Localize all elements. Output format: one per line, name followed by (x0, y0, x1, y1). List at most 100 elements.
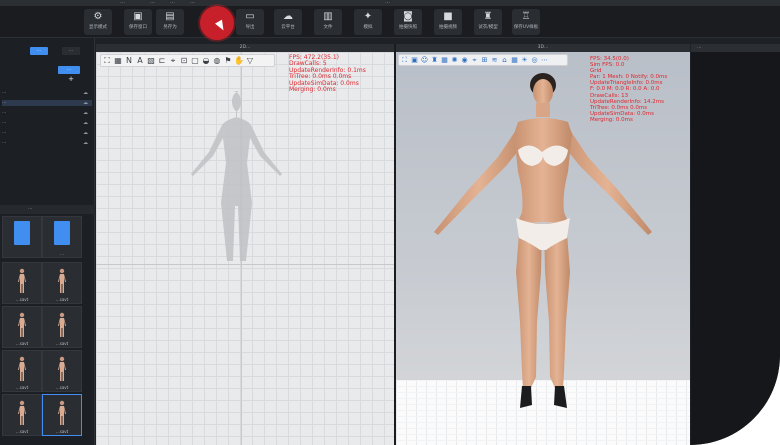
measure-icon[interactable]: ⊞ (480, 55, 489, 65)
app-window: … … … … … ⚙ 显示模式 ▣ 保存窗口 ▤ 另存为 ▭ 导出 ☁ 云平台 ▥ 文件 … (0, 0, 780, 445)
library-thumb[interactable] (2, 216, 42, 258)
light-icon[interactable]: ✺ (450, 55, 459, 65)
save-uv-button[interactable]: ♖ 保存UV样板 (512, 9, 540, 35)
tree-item[interactable]: … ☁ (2, 140, 92, 146)
bucket-icon[interactable]: ◍ (212, 55, 222, 66)
hanger-icon[interactable]: ⌂ (500, 55, 509, 65)
avatar-icon (18, 356, 26, 381)
menu-item[interactable]: … (120, 0, 125, 5)
library-thumb[interactable]: …savt (2, 306, 42, 348)
window-icon: ▣ (133, 11, 143, 22)
ruler-icon[interactable]: ⊏ (157, 55, 167, 66)
pin-icon[interactable]: ⌖ (470, 55, 479, 65)
thumb-caption: … (60, 251, 64, 256)
avatar-silhouette-2d (191, 91, 282, 261)
avatar-toggle-icon[interactable]: ☺ (420, 55, 429, 65)
grid-icon[interactable]: ▦ (113, 55, 123, 66)
toolbar-2d: ⛶ ▦ N A ▧ ⊏ ⌖ ⊡ ▢ ◒ ◍ ⚑ ✋ ▽ (100, 54, 275, 67)
shirt-toggle-icon[interactable]: ♜ (430, 55, 439, 65)
snapshot-button[interactable]: ◙ 拍摄快照 (394, 9, 422, 35)
thumb-caption: …savt (55, 341, 69, 346)
save-as-button[interactable]: ▤ 另存为 (156, 9, 184, 35)
avatar-icon (58, 356, 66, 381)
avatar-icon (18, 268, 26, 293)
flag-icon[interactable]: ⚑ (223, 55, 233, 66)
simulate-button[interactable]: ✦ 模拟 (354, 9, 382, 35)
panel-2d-title: 2D… (96, 44, 394, 52)
window-title: … (385, 0, 390, 5)
tree-item[interactable]: … ☁ (2, 120, 92, 126)
library-thumb[interactable]: …savt (42, 350, 82, 392)
file-button[interactable]: ▥ 文件 (314, 9, 342, 35)
panel-2d-viewport[interactable]: FPS: 472.2(35.1) DrawCalls: 5 UpdateRend… (96, 52, 394, 445)
video-icon: ■ (443, 11, 453, 22)
drop-icon[interactable]: ◒ (201, 55, 211, 66)
tab-inactive[interactable]: … (62, 47, 80, 55)
tab-active[interactable]: … (30, 47, 48, 55)
stats-overlay-2d: FPS: 472.2(35.1) DrawCalls: 5 UpdateRend… (289, 54, 366, 94)
button-label: 试衣/模型 (478, 25, 498, 30)
sun-icon[interactable]: ☀ (520, 55, 529, 65)
menu-item[interactable]: … (190, 0, 195, 5)
save-icon: ▤ (165, 11, 175, 22)
pin-icon[interactable]: ⌖ (168, 55, 178, 66)
right-panel (691, 52, 780, 445)
display-mode-button[interactable]: ⚙ 显示模式 (84, 9, 112, 35)
more-icon[interactable]: ⋯ (540, 55, 549, 65)
library-thumb[interactable]: …savt (42, 306, 82, 348)
thumb-caption: …savt (15, 297, 29, 302)
button-label: 另存为 (163, 25, 177, 30)
view-icon[interactable]: ⛶ (400, 55, 409, 65)
button-label: 拍摄快照 (399, 25, 417, 30)
camera-icon: ◙ (403, 11, 413, 22)
tree-item-selected[interactable]: … ☁ (2, 100, 92, 106)
grid-icon[interactable]: ▦ (510, 55, 519, 65)
record-video-button[interactable]: ■ 拍摄视频 (434, 9, 462, 35)
text-icon[interactable]: A (135, 55, 145, 66)
avatar-icon (18, 312, 26, 337)
tree-item[interactable]: … ☁ (2, 110, 92, 116)
select-icon[interactable]: ⛶ (102, 55, 112, 66)
cube-icon[interactable]: ▣ (410, 55, 419, 65)
folder-icon (54, 221, 70, 245)
wind-icon[interactable]: ≋ (490, 55, 499, 65)
library-thumb[interactable]: …savt (42, 262, 82, 304)
arrow-icon[interactable]: ▽ (245, 55, 255, 66)
subtab[interactable]: … (58, 66, 80, 74)
avatar-icon (58, 268, 66, 293)
cloud-icon: ☁ (83, 100, 88, 106)
library-thumb[interactable]: …savt (2, 394, 42, 436)
right-panel-title: … (691, 44, 780, 52)
menu-item[interactable]: … (170, 0, 175, 5)
cloud-icon: ☁ (283, 11, 293, 22)
texture-icon[interactable]: ▦ (440, 55, 449, 65)
hand-icon[interactable]: ✋ (234, 55, 244, 66)
lock-icon[interactable]: ⊡ (179, 55, 189, 66)
tree-item[interactable]: … ☁ (2, 90, 92, 96)
save-window-button[interactable]: ▣ 保存窗口 (124, 9, 152, 35)
add-icon[interactable]: + (68, 75, 74, 83)
library-thumb-selected[interactable]: …savt (42, 394, 82, 436)
menu-item[interactable]: … (150, 0, 155, 5)
library-thumb[interactable]: …savt (2, 350, 42, 392)
button-label: 拍摄视频 (439, 25, 457, 30)
button-label: 显示模式 (89, 25, 107, 30)
library-thumb[interactable]: … (42, 216, 82, 258)
fitting-button[interactable]: ♜ 试衣/模型 (474, 9, 502, 35)
tree-item[interactable]: … ☁ (2, 130, 92, 136)
cloud-icon: ☁ (83, 130, 88, 136)
tshirt-icon: ♜ (483, 11, 493, 22)
box-icon[interactable]: ▢ (190, 55, 200, 66)
library-thumb[interactable]: …savt (2, 262, 42, 304)
thumb-caption: …savt (15, 385, 29, 390)
cloud-icon: ☁ (83, 90, 88, 96)
thumb-caption: …savt (55, 297, 69, 302)
eye-icon[interactable]: ◎ (530, 55, 539, 65)
trim-icon[interactable]: ▧ (146, 55, 156, 66)
cloud-button[interactable]: ☁ 云平台 (274, 9, 302, 35)
export-button[interactable]: ▭ 导出 (236, 9, 264, 35)
n-icon[interactable]: N (124, 55, 134, 66)
cloud-icon: ☁ (83, 140, 88, 146)
camera-view-icon[interactable]: ◉ (460, 55, 469, 65)
toolbar-3d: ⛶ ▣ ☺ ♜ ▦ ✺ ◉ ⌖ ⊞ ≋ ⌂ ▦ ☀ ◎ ⋯ (398, 54, 568, 66)
